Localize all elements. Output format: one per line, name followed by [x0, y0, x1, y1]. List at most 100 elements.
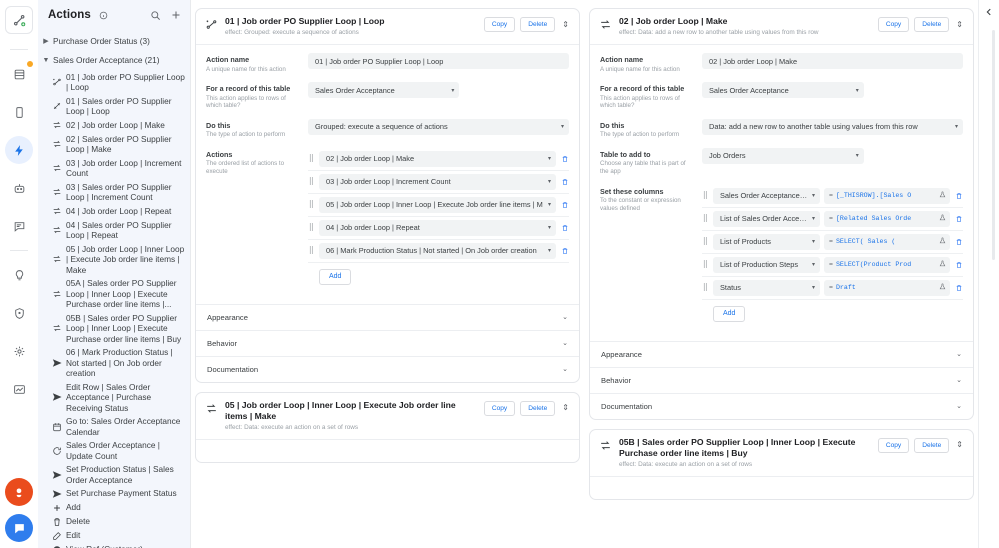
list-item-view-ref[interactable]: View Ref (Customer): [38, 543, 190, 548]
list-item[interactable]: 02 | Sales order PO Supplier Loop | Make: [38, 132, 190, 156]
column-select[interactable]: List of Sales Order Acceptanc ▾: [713, 210, 820, 227]
expression-input[interactable]: = [_THISROW].[Sales O: [824, 187, 950, 204]
expression-input[interactable]: = [Related Sales Orde: [824, 210, 950, 227]
remove-column-icon[interactable]: [954, 215, 963, 223]
action-select[interactable]: 04 | Job order Loop | Repeat ▾: [319, 219, 556, 236]
list-item[interactable]: 01 | Sales order PO Supplier Loop | Loop: [38, 94, 190, 118]
expression-input[interactable]: = SELECT( Sales (: [824, 233, 950, 250]
drag-handle-icon[interactable]: ⣿: [702, 238, 709, 245]
support-chat-fab[interactable]: [5, 514, 33, 542]
expression-input[interactable]: = Draft: [824, 279, 950, 296]
list-item[interactable]: 04 | Job order Loop | Repeat: [38, 204, 190, 218]
chevron-left-icon[interactable]: [982, 5, 996, 19]
list-item-delete[interactable]: Delete: [38, 515, 190, 529]
accordion-documentation[interactable]: Documentation ⌄: [590, 392, 973, 419]
column-select[interactable]: List of Production Steps ▾: [713, 256, 820, 273]
remove-action-icon[interactable]: [560, 224, 569, 232]
remove-column-icon[interactable]: [954, 284, 963, 292]
do-this-select[interactable]: Grouped: execute a sequence of actions ▾: [308, 118, 569, 135]
drag-handle-icon[interactable]: ⣿: [308, 201, 315, 208]
list-item[interactable]: 06 | Mark Production Status | Not starte…: [38, 346, 190, 381]
table-select[interactable]: Sales Order Acceptance ▾: [702, 82, 864, 99]
drag-handle-icon[interactable]: ⣿: [702, 192, 709, 199]
target-table-select[interactable]: Job Orders ▾: [702, 147, 864, 164]
column-select[interactable]: Status ▾: [713, 279, 820, 296]
delete-button[interactable]: Delete: [914, 17, 950, 32]
list-item[interactable]: 04 | Sales order PO Supplier Loop | Repe…: [38, 218, 190, 242]
list-item[interactable]: Go to: Sales Order Acceptance Calendar: [38, 415, 190, 439]
reorder-handle-icon[interactable]: ⇕: [954, 441, 965, 449]
drag-handle-icon[interactable]: ⣿: [308, 247, 315, 254]
formula-flask-icon[interactable]: [939, 214, 946, 223]
formula-flask-icon[interactable]: [939, 283, 946, 292]
device-icon[interactable]: [5, 98, 33, 126]
idea-bulb-icon[interactable]: [5, 261, 33, 289]
action-select[interactable]: 05 | Job order Loop | Inner Loop | Execu…: [319, 196, 556, 213]
list-item[interactable]: 05A | Sales order PO Supplier Loop | Inn…: [38, 277, 190, 312]
remove-action-icon[interactable]: [560, 201, 569, 209]
list-item[interactable]: Set Production Status | Sales Order Acce…: [38, 463, 190, 487]
remove-column-icon[interactable]: [954, 261, 963, 269]
data-icon[interactable]: [5, 60, 33, 88]
tree-group-sales-order-acceptance[interactable]: ▼ Sales Order Acceptance (21): [38, 51, 190, 70]
action-select[interactable]: 06 | Mark Production Status | Not starte…: [319, 242, 556, 259]
table-select[interactable]: Sales Order Acceptance ▾: [308, 82, 460, 99]
list-item[interactable]: Edit Row | Sales Order Acceptance | Purc…: [38, 380, 190, 415]
remove-action-icon[interactable]: [560, 178, 569, 186]
formula-flask-icon[interactable]: [939, 237, 946, 246]
column-select[interactable]: Sales Order Acceptance ID ▾: [713, 187, 820, 204]
accordion-appearance[interactable]: Appearance ⌄: [590, 340, 973, 367]
list-item[interactable]: 03 | Job order Loop | Increment Count: [38, 156, 190, 180]
accordion-appearance[interactable]: Appearance ⌄: [196, 303, 579, 330]
list-item-add[interactable]: Add: [38, 501, 190, 515]
search-icon[interactable]: [148, 8, 163, 23]
drag-handle-icon[interactable]: ⣿: [702, 215, 709, 222]
reorder-handle-icon[interactable]: ⇕: [560, 404, 571, 412]
drag-handle-icon[interactable]: ⣿: [702, 261, 709, 268]
delete-button[interactable]: Delete: [520, 400, 556, 416]
chat-icon[interactable]: [5, 212, 33, 240]
expression-input[interactable]: = SELECT(Product Prod: [824, 256, 950, 273]
copy-button[interactable]: Copy: [877, 17, 910, 32]
do-this-select[interactable]: Data: add a new row to another table usi…: [702, 118, 963, 135]
action-select[interactable]: 02 | Job order Loop | Make ▾: [319, 150, 556, 167]
formula-flask-icon[interactable]: [939, 191, 946, 200]
accordion-behavior[interactable]: Behavior ⌄: [196, 329, 579, 356]
drag-handle-icon[interactable]: ⣿: [308, 155, 315, 162]
copy-button[interactable]: Copy: [483, 17, 516, 32]
reorder-handle-icon[interactable]: ⇕: [954, 20, 965, 29]
security-shield-icon[interactable]: [5, 299, 33, 327]
drag-handle-icon[interactable]: ⣿: [702, 284, 709, 291]
actions-tree[interactable]: ▶ Purchase Order Status (3) ▼ Sales Orde…: [38, 30, 190, 548]
list-item[interactable]: 05B | Sales order PO Supplier Loop | Inn…: [38, 311, 190, 346]
list-item[interactable]: 05 | Job order Loop | Inner Loop | Execu…: [38, 242, 190, 277]
column-select[interactable]: List of Products ▾: [713, 233, 820, 250]
remove-action-icon[interactable]: [560, 155, 569, 163]
copy-button[interactable]: Copy: [877, 437, 910, 453]
copy-button[interactable]: Copy: [483, 400, 516, 416]
accordion-behavior[interactable]: Behavior ⌄: [590, 366, 973, 393]
info-icon[interactable]: [96, 8, 111, 23]
add-action-button[interactable]: Add: [319, 268, 352, 285]
vertical-scrollbar[interactable]: [992, 30, 995, 260]
bot-icon[interactable]: [5, 174, 33, 202]
action-name-input[interactable]: 01 | Job order PO Supplier Loop | Loop: [308, 53, 569, 69]
tree-group-purchase-order-status[interactable]: ▶ Purchase Order Status (3): [38, 32, 190, 51]
plus-icon[interactable]: [168, 8, 183, 23]
formula-flask-icon[interactable]: [939, 260, 946, 269]
settings-gear-icon[interactable]: [5, 337, 33, 365]
reorder-handle-icon[interactable]: ⇕: [560, 20, 571, 29]
accordion-documentation[interactable]: Documentation ⌄: [196, 355, 579, 382]
add-column-button[interactable]: Add: [713, 305, 746, 322]
list-item[interactable]: 03 | Sales order PO Supplier Loop | Incr…: [38, 180, 190, 204]
delete-button[interactable]: Delete: [914, 437, 950, 453]
action-select[interactable]: 03 | Job order Loop | Increment Count ▾: [319, 173, 556, 190]
drag-handle-icon[interactable]: ⣿: [308, 178, 315, 185]
remove-column-icon[interactable]: [954, 238, 963, 246]
remove-action-icon[interactable]: [560, 247, 569, 255]
app-logo-icon[interactable]: [5, 6, 33, 34]
monitor-icon[interactable]: [5, 375, 33, 403]
list-item[interactable]: Sales Order Acceptance | Update Count: [38, 439, 190, 463]
drag-handle-icon[interactable]: ⣿: [308, 224, 315, 231]
automation-bolt-icon[interactable]: [5, 136, 33, 164]
